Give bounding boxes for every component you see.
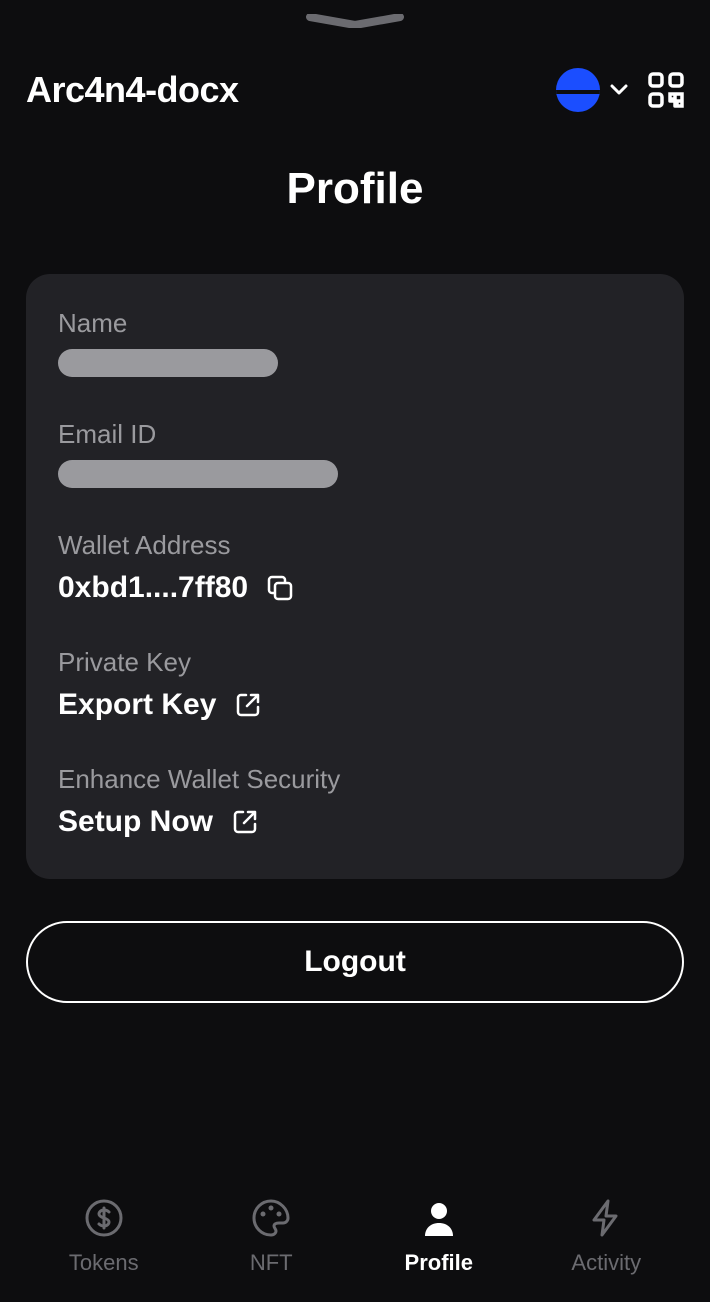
- copy-icon[interactable]: [266, 574, 294, 602]
- security-field: Enhance Wallet Security Setup Now: [58, 764, 652, 839]
- tab-tokens-label: Tokens: [69, 1250, 139, 1276]
- app-title: Arc4n4-docx: [26, 69, 239, 111]
- email-value: [58, 460, 652, 488]
- setup-now-label: Setup Now: [58, 805, 213, 839]
- name-value: [58, 349, 652, 377]
- network-selector[interactable]: [556, 68, 628, 112]
- name-field: Name: [58, 308, 652, 377]
- redacted-name: [58, 349, 278, 377]
- page-title: Profile: [0, 164, 710, 214]
- wallet-label: Wallet Address: [58, 530, 652, 561]
- export-key-button[interactable]: Export Key: [58, 688, 652, 722]
- email-field: Email ID: [58, 419, 652, 488]
- network-icon: [556, 68, 600, 112]
- tab-profile-label: Profile: [405, 1250, 473, 1276]
- qr-scan-icon[interactable]: [648, 72, 684, 108]
- chevron-down-icon: [610, 84, 628, 96]
- redacted-email: [58, 460, 338, 488]
- header-actions: [556, 68, 684, 112]
- email-label: Email ID: [58, 419, 652, 450]
- lightning-icon: [586, 1198, 626, 1238]
- tab-activity[interactable]: Activity: [536, 1198, 676, 1276]
- dollar-circle-icon: [84, 1198, 124, 1238]
- wallet-field: Wallet Address 0xbd1....7ff80: [58, 530, 652, 605]
- wallet-value-row: 0xbd1....7ff80: [58, 571, 652, 605]
- name-label: Name: [58, 308, 652, 339]
- setup-now-button[interactable]: Setup Now: [58, 805, 652, 839]
- private-key-field: Private Key Export Key: [58, 647, 652, 722]
- security-label: Enhance Wallet Security: [58, 764, 652, 795]
- drag-handle[interactable]: [305, 12, 405, 30]
- tab-nft-label: NFT: [250, 1250, 293, 1276]
- external-link-icon: [234, 691, 262, 719]
- tab-activity-label: Activity: [571, 1250, 641, 1276]
- logout-button[interactable]: Logout: [26, 921, 684, 1003]
- tab-bar: Tokens NFT Profile Activity: [0, 1182, 710, 1302]
- private-key-label: Private Key: [58, 647, 652, 678]
- person-icon: [419, 1198, 459, 1238]
- tab-tokens[interactable]: Tokens: [34, 1198, 174, 1276]
- tab-profile[interactable]: Profile: [369, 1198, 509, 1276]
- export-key-label: Export Key: [58, 688, 216, 722]
- external-link-icon: [231, 808, 259, 836]
- tab-nft[interactable]: NFT: [201, 1198, 341, 1276]
- palette-icon: [251, 1198, 291, 1238]
- profile-card: Name Email ID Wallet Address 0xbd1....7f…: [26, 274, 684, 879]
- wallet-address: 0xbd1....7ff80: [58, 571, 248, 605]
